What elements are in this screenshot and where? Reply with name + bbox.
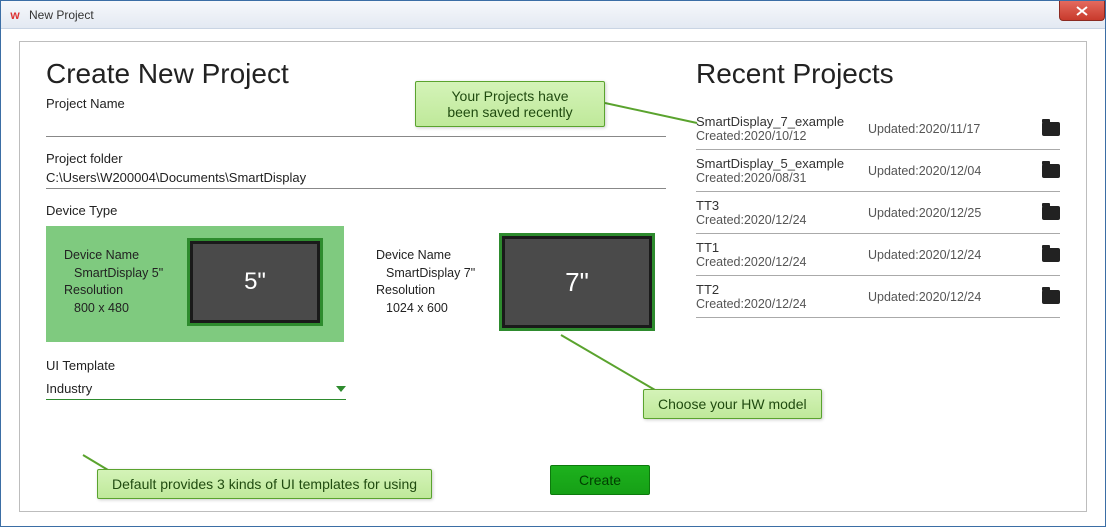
recent-list: SmartDisplay_7_exampleCreated:2020/10/12… bbox=[696, 108, 1060, 318]
device-res-label: Resolution bbox=[376, 282, 488, 300]
close-icon bbox=[1076, 6, 1088, 16]
device-name-label: Device Name bbox=[64, 247, 176, 265]
recent-name: TT2 bbox=[696, 282, 868, 297]
folder-icon[interactable] bbox=[1042, 206, 1060, 220]
ui-template-dropdown[interactable]: Industry bbox=[46, 377, 346, 400]
annotation-hw: Choose your HW model bbox=[643, 389, 822, 419]
recent-created: Created:2020/08/31 bbox=[696, 171, 868, 185]
recent-item[interactable]: TT2Created:2020/12/24Updated:2020/12/24 bbox=[696, 276, 1060, 318]
recent-heading: Recent Projects bbox=[696, 58, 1060, 90]
project-folder-label: Project folder bbox=[46, 151, 666, 166]
project-folder-input[interactable] bbox=[46, 166, 666, 189]
recent-item[interactable]: TT3Created:2020/12/24Updated:2020/12/25 bbox=[696, 192, 1060, 234]
folder-icon[interactable] bbox=[1042, 164, 1060, 178]
device-row: Device Name SmartDisplay 5" Resolution 8… bbox=[46, 226, 666, 342]
recent-item[interactable]: TT1Created:2020/12/24Updated:2020/12/24 bbox=[696, 234, 1060, 276]
device-screen-5in: 5" bbox=[190, 241, 320, 323]
recent-created: Created:2020/12/24 bbox=[696, 255, 868, 269]
recent-name: TT3 bbox=[696, 198, 868, 213]
recent-item[interactable]: SmartDisplay_5_exampleCreated:2020/08/31… bbox=[696, 150, 1060, 192]
device-res-label: Resolution bbox=[64, 282, 176, 300]
annotation-recent: Your Projects have been saved recently bbox=[415, 81, 605, 127]
recent-created: Created:2020/10/12 bbox=[696, 129, 868, 143]
window-title: New Project bbox=[29, 8, 94, 22]
device-info-7in: Device Name SmartDisplay 7" Resolution 1… bbox=[376, 247, 488, 317]
recent-name: SmartDisplay_7_example bbox=[696, 114, 868, 129]
device-screen-7in: 7" bbox=[502, 236, 652, 328]
folder-icon[interactable] bbox=[1042, 290, 1060, 304]
device-res-value: 800 x 480 bbox=[64, 300, 176, 318]
create-button[interactable]: Create bbox=[550, 465, 650, 495]
device-res-value: 1024 x 600 bbox=[376, 300, 488, 318]
recent-updated: Updated:2020/12/24 bbox=[868, 248, 1038, 262]
close-button[interactable] bbox=[1059, 1, 1105, 21]
recent-updated: Updated:2020/12/04 bbox=[868, 164, 1038, 178]
titlebar[interactable]: w New Project bbox=[1, 1, 1105, 29]
ui-template-value: Industry bbox=[46, 381, 92, 396]
device-card-5in[interactable]: Device Name SmartDisplay 5" Resolution 8… bbox=[46, 226, 344, 342]
recent-updated: Updated:2020/12/25 bbox=[868, 206, 1038, 220]
recent-item[interactable]: SmartDisplay_7_exampleCreated:2020/10/12… bbox=[696, 108, 1060, 150]
window-frame: w New Project Create New Project Project… bbox=[0, 0, 1106, 527]
device-screen-label: 5" bbox=[244, 268, 266, 296]
device-type-label: Device Type bbox=[46, 203, 666, 218]
recent-updated: Updated:2020/12/24 bbox=[868, 290, 1038, 304]
ui-template-label: UI Template bbox=[46, 358, 666, 373]
recent-name: SmartDisplay_5_example bbox=[696, 156, 868, 171]
chevron-down-icon bbox=[336, 386, 346, 392]
device-name-value: SmartDisplay 7" bbox=[376, 265, 488, 283]
folder-icon[interactable] bbox=[1042, 122, 1060, 136]
recent-name: TT1 bbox=[696, 240, 868, 255]
app-icon: w bbox=[7, 7, 23, 23]
annotation-templates: Default provides 3 kinds of UI templates… bbox=[97, 469, 432, 499]
folder-icon[interactable] bbox=[1042, 248, 1060, 262]
recent-updated: Updated:2020/11/17 bbox=[868, 122, 1038, 136]
recent-created: Created:2020/12/24 bbox=[696, 297, 868, 311]
recent-panel: Recent Projects SmartDisplay_7_exampleCr… bbox=[696, 58, 1060, 495]
device-name-value: SmartDisplay 5" bbox=[64, 265, 176, 283]
device-card-7in[interactable]: Device Name SmartDisplay 7" Resolution 1… bbox=[358, 226, 666, 342]
device-name-label: Device Name bbox=[376, 247, 488, 265]
device-info-5in: Device Name SmartDisplay 5" Resolution 8… bbox=[64, 247, 176, 317]
device-screen-label: 7" bbox=[565, 267, 589, 298]
recent-created: Created:2020/12/24 bbox=[696, 213, 868, 227]
